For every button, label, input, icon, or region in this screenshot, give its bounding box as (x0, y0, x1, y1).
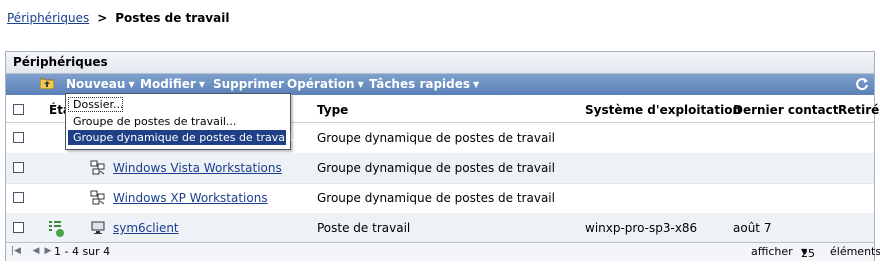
header-last-contact[interactable]: Dernier contact (733, 103, 839, 117)
row-type: Groupe dynamique de postes de travail (317, 191, 555, 205)
row-type: Groupe dynamique de postes de travail (317, 131, 555, 145)
header-retired[interactable]: Retiré (838, 103, 879, 117)
row-last-contact: août 7 (733, 221, 772, 235)
workstation-icon (91, 221, 105, 234)
table-row[interactable]: Windows Vista Workstations Groupe dynami… (6, 153, 874, 184)
modify-menu-button[interactable]: Modifier ▼ (140, 77, 205, 91)
table-row[interactable]: sym6client Poste de travail winxp-pro-sp… (6, 213, 874, 244)
row-checkbox[interactable] (13, 132, 24, 143)
dynamic-group-icon (90, 160, 105, 175)
show-label: afficher (751, 245, 793, 258)
new-menu-button[interactable]: Nouveau ▼ (66, 77, 135, 91)
header-os[interactable]: Système d'exploitation (585, 103, 741, 117)
row-type: Groupe dynamique de postes de travail (317, 161, 555, 175)
header-type[interactable]: Type (317, 103, 348, 117)
row-checkbox[interactable] (13, 222, 24, 233)
breadcrumb-separator: > (97, 11, 108, 25)
prev-page-icon[interactable]: ◀ (30, 245, 42, 257)
dynamic-group-icon (90, 190, 105, 205)
row-checkbox[interactable] (13, 162, 24, 173)
folder-up-icon[interactable] (40, 77, 54, 89)
items-label: éléments (830, 245, 880, 258)
menu-item-dynamic-workstation-group[interactable]: Groupe dynamique de postes de travail... (68, 130, 302, 145)
table-row[interactable]: Windows XP Workstations Groupe dynamique… (6, 183, 874, 214)
operation-menu-button[interactable]: Opération ▼ (287, 77, 364, 91)
delete-button[interactable]: Supprimer (213, 77, 284, 91)
menu-item-workstation-group[interactable]: Groupe de postes de travail... (68, 114, 286, 129)
menu-item-folder[interactable]: Dossier... (68, 97, 124, 112)
toolbar: Nouveau ▼ Modifier ▼ Supprimer Opération ▼ … (6, 74, 874, 95)
breadcrumb: Périphériques > Postes de travail (7, 11, 229, 25)
next-page-icon[interactable]: ▶ (42, 245, 54, 257)
breadcrumb-link-peripheriques[interactable]: Périphériques (7, 11, 89, 25)
first-page-icon[interactable]: |◀ (10, 245, 22, 257)
row-os: winxp-pro-sp3-x86 (585, 221, 698, 235)
new-dropdown-menu: Dossier... Groupe de postes de travail..… (65, 93, 302, 150)
row-type: Poste de travail (317, 221, 411, 235)
row-name-link[interactable]: Windows Vista Workstations (113, 161, 282, 175)
table-footer: |◀ ◀ ▶ 1 - 4 sur 4 afficher 25 ▼ élément… (6, 242, 880, 261)
breadcrumb-current: Postes de travail (115, 11, 230, 25)
row-name-link[interactable]: Windows XP Workstations (113, 191, 268, 205)
row-checkbox[interactable] (13, 192, 24, 203)
refresh-icon[interactable] (855, 77, 869, 91)
select-all-checkbox[interactable] (13, 104, 24, 115)
devices-panel: Périphériques Nouveau ▼ Modifier ▼ Supprim… (5, 51, 880, 261)
row-name-link[interactable]: sym6client (113, 221, 179, 235)
quick-tasks-menu-button[interactable]: Tâches rapides ▼ (369, 77, 479, 91)
status-ok-icon (49, 221, 64, 237)
panel-title: Périphériques (6, 52, 874, 74)
pagination-range: 1 - 4 sur 4 (54, 245, 111, 258)
